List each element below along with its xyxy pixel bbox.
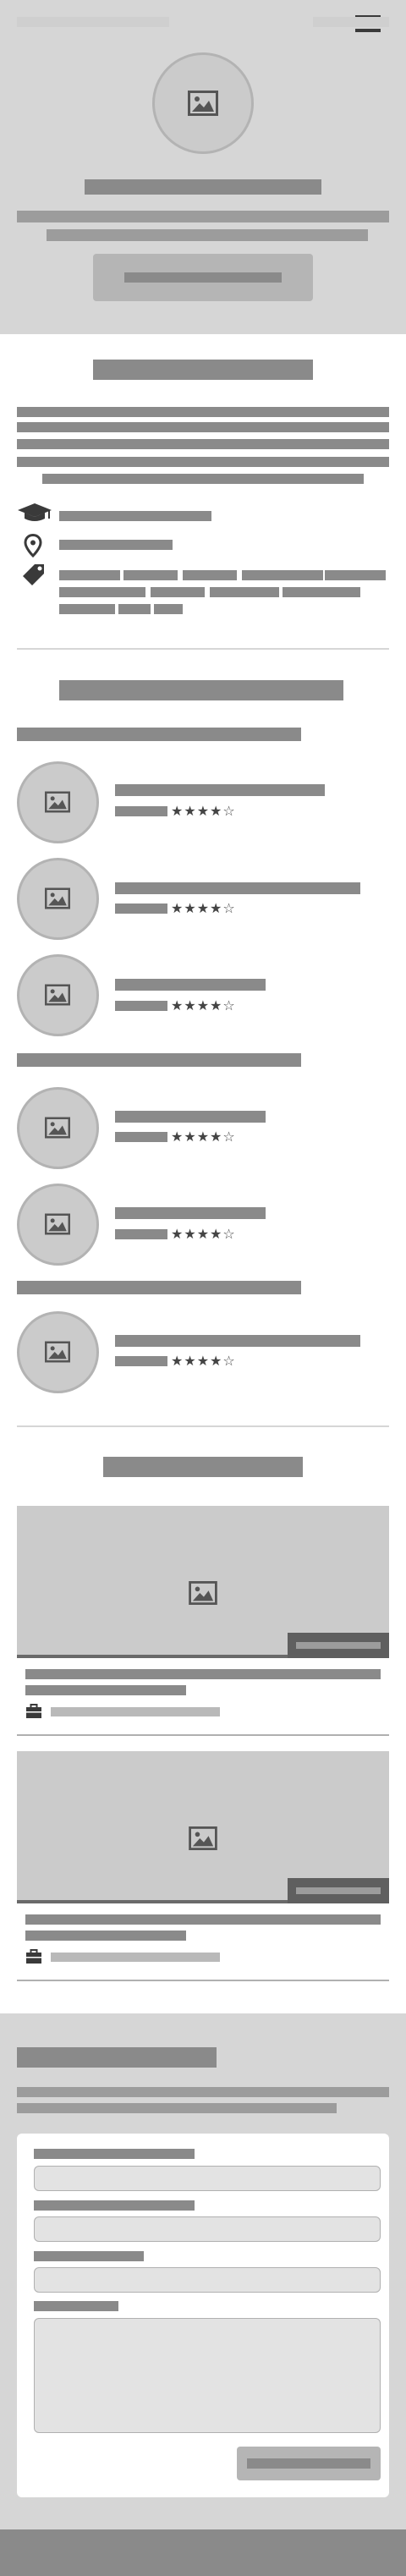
image-placeholder-icon xyxy=(45,984,70,1006)
skill-tag xyxy=(154,604,183,614)
card-divider xyxy=(17,1734,389,1736)
about-text-line xyxy=(17,407,389,417)
about-text-line xyxy=(17,457,389,467)
skill-tag xyxy=(59,587,145,597)
contact-text-line xyxy=(17,2103,337,2113)
review-meta xyxy=(115,1229,167,1239)
footer-link[interactable] xyxy=(313,17,389,27)
project-title-line xyxy=(25,1669,381,1679)
briefcase-icon xyxy=(26,1704,41,1718)
star-rating: ★★★★☆ xyxy=(171,1226,236,1242)
image-placeholder-icon xyxy=(188,91,218,116)
contact-text-line xyxy=(17,2087,389,2097)
image-placeholder-icon xyxy=(45,1341,70,1363)
review-meta xyxy=(115,904,167,914)
star-rating: ★★★★☆ xyxy=(171,1353,236,1369)
reviews-heading xyxy=(59,680,343,700)
form-label xyxy=(34,2251,144,2261)
name-field[interactable] xyxy=(34,2166,381,2191)
skill-tag xyxy=(123,570,178,580)
hero-title xyxy=(85,179,321,195)
skill-tag xyxy=(118,604,151,614)
star-rating: ★★★★☆ xyxy=(171,900,236,916)
section-divider xyxy=(17,1425,389,1427)
star-rating: ★★★★☆ xyxy=(171,1129,236,1145)
form-label xyxy=(34,2301,118,2311)
skill-tag xyxy=(151,587,205,597)
contact-heading xyxy=(17,2047,217,2068)
image-placeholder-icon xyxy=(45,1213,70,1235)
review-title xyxy=(115,1335,360,1347)
education-text xyxy=(59,511,211,521)
map-pin-icon xyxy=(24,534,42,557)
project-category-badge xyxy=(288,1633,389,1658)
image-placeholder-icon xyxy=(45,1117,70,1139)
review-group-title xyxy=(17,1053,301,1067)
review-meta xyxy=(115,1356,167,1366)
project-title-line xyxy=(25,1931,186,1941)
review-title xyxy=(115,979,266,991)
skill-tag xyxy=(183,570,237,580)
about-text-line xyxy=(17,439,389,449)
footer-link[interactable] xyxy=(17,17,169,27)
project-title-line xyxy=(25,1914,381,1925)
project-title-line xyxy=(25,1685,186,1695)
review-title xyxy=(115,784,325,796)
project-company xyxy=(51,1953,220,1962)
message-textarea[interactable] xyxy=(34,2318,381,2433)
tag-icon xyxy=(23,564,44,585)
review-meta xyxy=(115,1001,167,1011)
skill-tag xyxy=(242,570,323,580)
project-category-badge xyxy=(288,1878,389,1903)
email-field[interactable] xyxy=(34,2216,381,2242)
subject-field[interactable] xyxy=(34,2267,381,2293)
skill-tag xyxy=(210,587,279,597)
image-placeholder-icon xyxy=(45,887,70,909)
star-rating: ★★★★☆ xyxy=(171,997,236,1013)
image-placeholder-icon xyxy=(189,1581,217,1605)
card-divider xyxy=(17,1980,389,1981)
project-company xyxy=(51,1707,220,1716)
review-title xyxy=(115,882,360,894)
about-text-line xyxy=(17,422,389,432)
about-heading xyxy=(93,360,313,380)
skill-tag xyxy=(283,587,360,597)
review-title xyxy=(115,1111,266,1123)
form-label xyxy=(34,2149,195,2159)
review-title xyxy=(115,1207,266,1219)
briefcase-icon xyxy=(26,1949,41,1964)
review-meta xyxy=(115,806,167,816)
hero-cta-label xyxy=(124,272,282,283)
submit-label xyxy=(247,2458,370,2469)
graduation-cap-icon xyxy=(18,503,52,521)
skill-tag xyxy=(325,570,386,580)
footer xyxy=(0,2529,406,2576)
review-meta xyxy=(115,1132,167,1142)
hero-subtitle-line xyxy=(47,229,368,241)
projects-heading xyxy=(103,1457,303,1477)
review-group-title xyxy=(17,1281,301,1294)
about-text-line xyxy=(42,474,364,484)
review-group-title xyxy=(17,728,301,741)
image-placeholder-icon xyxy=(189,1826,217,1850)
hero-subtitle-line xyxy=(17,211,389,222)
section-divider xyxy=(17,648,389,650)
star-rating: ★★★★☆ xyxy=(171,803,236,819)
skill-tag xyxy=(59,570,120,580)
image-placeholder-icon xyxy=(45,791,70,813)
skill-tag xyxy=(59,604,115,614)
form-label xyxy=(34,2200,195,2211)
location-text xyxy=(59,540,173,550)
